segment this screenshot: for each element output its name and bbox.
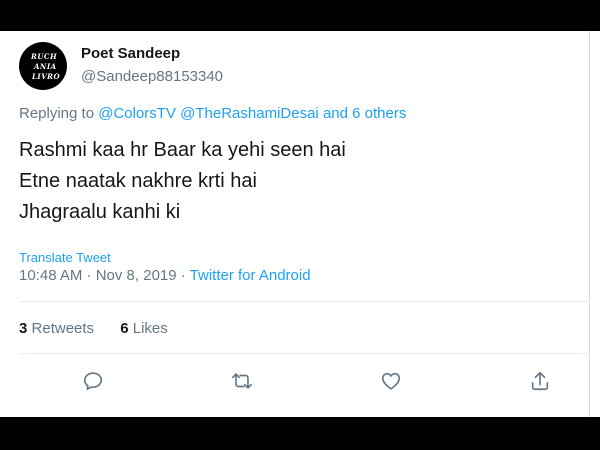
avatar-text-1: RUCH [31, 52, 58, 61]
author-handle[interactable]: @Sandeep88153340 [81, 68, 223, 85]
likes-count: 6 [120, 320, 129, 337]
heart-icon [381, 372, 401, 390]
avatar-text-3: LIVRO [32, 72, 61, 81]
reply-button[interactable] [82, 370, 106, 394]
tweet-source[interactable]: Twitter for Android [190, 267, 311, 284]
share-button[interactable] [529, 370, 553, 394]
mention-therashamidesai[interactable]: @TheRashamiDesai [180, 105, 319, 122]
tweet-card: RUCH ANIA LIVRO Poet Sandeep @Sandeep881… [0, 31, 600, 417]
card-border [589, 31, 590, 417]
retweets-count: 3 [19, 320, 28, 337]
tweet-meta: 10:48 AM · Nov 8, 2019 · Twitter for And… [19, 267, 311, 284]
likes-stat[interactable]: 6 Likes [120, 320, 168, 337]
likes-label: Likes [132, 320, 168, 337]
mention-others[interactable]: and 6 others [323, 105, 406, 122]
timestamp[interactable]: 10:48 AM · Nov 8, 2019 · [19, 267, 190, 284]
like-button[interactable] [380, 370, 404, 394]
author-name[interactable]: Poet Sandeep [81, 45, 180, 62]
divider [19, 353, 590, 354]
tweet-line: Jhagraalu kanhi ki [19, 201, 181, 223]
tweet-text: Rashmi kaa hr Baar ka yehi seen hai Etne… [19, 135, 346, 228]
action-bar [0, 370, 600, 394]
replying-to-prefix: Replying to [19, 105, 99, 122]
translate-tweet-link[interactable]: Translate Tweet [19, 250, 111, 265]
avatar-text-2: ANIA [34, 62, 57, 71]
avatar[interactable]: RUCH ANIA LIVRO [19, 42, 67, 90]
tweet-line: Etne naatak nakhre krti hai [19, 170, 257, 192]
tweet-stats: 3 Retweets 6 Likes [19, 320, 168, 337]
replying-to: Replying to @ColorsTV @TheRashamiDesai a… [19, 105, 406, 122]
retweet-button[interactable] [231, 370, 255, 394]
tweet-line: Rashmi kaa hr Baar ka yehi seen hai [19, 139, 346, 161]
retweet-icon [232, 373, 252, 389]
share-icon [531, 371, 549, 391]
comment-icon [83, 372, 103, 391]
divider [19, 301, 590, 302]
retweets-stat[interactable]: 3 Retweets [19, 320, 94, 337]
retweets-label: Retweets [31, 320, 95, 337]
mention-colorstv[interactable]: @ColorsTV [98, 105, 176, 122]
